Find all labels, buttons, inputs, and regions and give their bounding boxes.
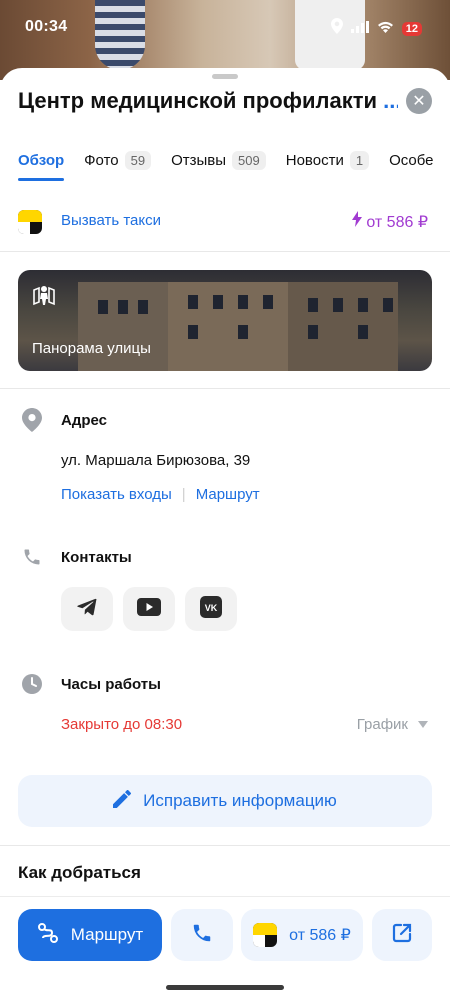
fix-info-button[interactable]: Исправить информацию	[18, 775, 432, 827]
divider	[0, 388, 450, 389]
external-link-icon	[392, 923, 412, 948]
street-panorama[interactable]: Панорама улицы	[18, 270, 432, 371]
sheet-grabber[interactable]	[212, 74, 238, 79]
close-icon: ✕	[412, 93, 426, 110]
social-links: VK	[61, 587, 237, 631]
address-title: Адрес	[61, 412, 108, 429]
tab-label: Обзор	[18, 151, 65, 169]
home-indicator	[166, 985, 284, 990]
triangle-down-icon	[418, 716, 428, 733]
share-button[interactable]	[372, 909, 432, 961]
phone-icon	[191, 922, 213, 949]
hours-status: Закрыто до 08:30	[61, 716, 183, 733]
hours-title: Часы работы	[61, 676, 161, 693]
how-to-get-title: Как добраться	[18, 863, 141, 882]
location-icon	[330, 18, 343, 39]
show-entrances-link[interactable]: Показать входы	[61, 486, 172, 503]
contacts-title: Контакты	[61, 549, 132, 566]
tab-count: 59	[124, 150, 152, 170]
schedule-toggle[interactable]: График	[357, 716, 428, 733]
tab-reviews[interactable]: Отзывы 509	[171, 148, 266, 172]
link-divider: |	[181, 486, 186, 503]
place-title-text: Центр медицинской профилакти	[18, 88, 378, 113]
tab-features[interactable]: Особе	[389, 148, 433, 172]
call-button[interactable]	[171, 909, 233, 961]
tab-label: Особе	[389, 151, 434, 169]
telegram-button[interactable]	[61, 587, 113, 631]
tab-label: Новости	[285, 151, 344, 169]
close-button[interactable]: ✕	[406, 88, 432, 114]
title-more-link[interactable]: ...	[383, 88, 398, 113]
vk-icon: VK	[200, 595, 222, 623]
schedule-label: График	[356, 716, 408, 733]
youtube-icon	[137, 597, 161, 621]
bottom-action-bar: Маршрут от 586 ₽	[0, 896, 450, 1000]
route-button-label: Маршрут	[70, 925, 144, 944]
address-value[interactable]: ул. Маршала Бирюзова, 39	[61, 452, 250, 469]
clock-icon	[20, 672, 44, 696]
taxi-button[interactable]: от 586 ₽	[241, 909, 363, 961]
taxi-button-price: от 586 ₽	[289, 927, 351, 944]
route-button[interactable]: Маршрут	[18, 909, 162, 961]
status-time: 00:34	[25, 18, 68, 35]
wifi-icon	[377, 20, 394, 38]
lightning-icon	[352, 211, 363, 232]
tab-count: 509	[232, 150, 266, 170]
tab-label: Фото	[84, 151, 119, 169]
divider	[0, 845, 450, 846]
route-icon	[37, 922, 59, 949]
call-taxi-link[interactable]: Вызвать такси	[61, 212, 161, 229]
route-link[interactable]: Маршрут	[196, 486, 260, 503]
place-card-sheet: Центр медицинской профилакти ... ✕ Обзор…	[0, 68, 450, 1000]
tab-overview[interactable]: Обзор	[18, 148, 65, 181]
pencil-icon	[113, 789, 132, 813]
taxi-row[interactable]: Вызвать такси от 586 ₽	[0, 198, 450, 252]
yandex-taxi-logo-icon	[18, 210, 42, 234]
vk-button[interactable]: VK	[185, 587, 237, 631]
tab-count: 1	[349, 150, 370, 170]
fix-info-label: Исправить информацию	[143, 791, 337, 810]
tab-photos[interactable]: Фото 59	[84, 148, 152, 172]
yandex-taxi-logo-icon	[253, 923, 278, 947]
phone-icon	[20, 545, 44, 569]
youtube-button[interactable]	[123, 587, 175, 631]
battery-indicator: 12	[401, 21, 422, 36]
tab-news[interactable]: Новости 1	[285, 148, 370, 172]
panorama-icon	[32, 284, 58, 306]
taxi-price-text: от 586 ₽	[366, 213, 428, 231]
location-pin-icon	[20, 408, 44, 432]
telegram-icon	[77, 598, 97, 621]
panorama-label: Панорама улицы	[32, 340, 151, 357]
status-icons: 12	[330, 18, 422, 39]
signal-icon	[350, 20, 369, 38]
address-links: Показать входы | Маршрут	[61, 486, 260, 503]
place-title: Центр медицинской профилакти ...	[18, 88, 398, 114]
tabs: Обзор Фото 59 Отзывы 509 Новости 1 Особе	[18, 148, 450, 184]
taxi-price[interactable]: от 586 ₽	[352, 211, 428, 232]
status-bar: 00:34 12	[0, 0, 450, 56]
svg-text:VK: VK	[205, 603, 218, 613]
tab-label: Отзывы	[171, 151, 227, 169]
